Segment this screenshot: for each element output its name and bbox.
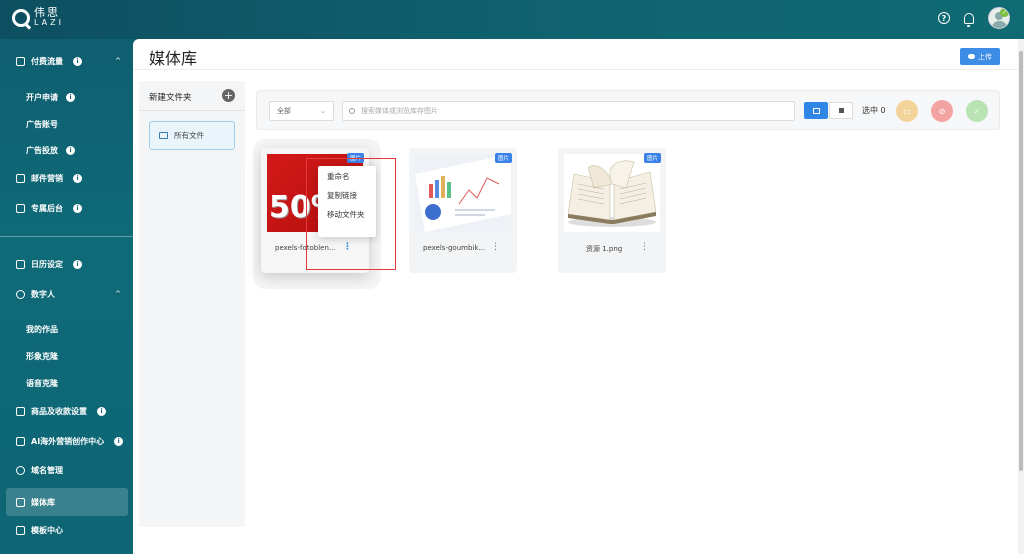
grid-icon (16, 525, 25, 535)
sidebar-item-voice-clone[interactable]: 语音克隆 (26, 375, 58, 391)
calendar-icon (16, 259, 25, 269)
sidebar-item-label: 商品及收款设置 (31, 406, 87, 416)
sidebar-item-label: 模板中心 (31, 525, 63, 535)
check-icon: ✓ (973, 106, 981, 116)
ai-icon (16, 436, 25, 446)
grid-view-button[interactable] (804, 102, 828, 119)
brand-name-en: LAZI (34, 18, 64, 27)
brand-name-cn: 伟思 (34, 6, 60, 19)
sidebar-item-open-account[interactable]: 开户申请 i (26, 89, 75, 105)
panel-divider (139, 110, 245, 111)
bell-icon[interactable] (964, 12, 974, 27)
file-name: 资源 1.png (586, 245, 623, 253)
search-icon (349, 108, 355, 114)
media-thumbnail (415, 154, 511, 232)
sidebar-item-templates[interactable]: 模板中心 (0, 520, 133, 540)
upload-button[interactable]: 上传 (960, 48, 1000, 65)
more-options-icon[interactable]: ⋮ (640, 243, 649, 252)
sidebar-item-media-library[interactable]: 媒体库 (6, 488, 128, 516)
folder-all-files[interactable]: 所有文件 (149, 121, 235, 150)
title-divider (133, 69, 1022, 70)
monitor-icon (16, 203, 25, 213)
sidebar-item-paid-traffic[interactable]: 付费流量 i ^ (0, 51, 133, 71)
sidebar-item-ad-delivery[interactable]: 广告投放 i (26, 142, 75, 158)
media-toolbar: 全部 ⌄ 搜索媒体或浏览库存图片 选中 0 ▭ ⊘ ✓ (256, 90, 1000, 130)
card-icon (16, 406, 25, 416)
sidebar-item-digital-human[interactable]: 数字人 ^ (0, 284, 133, 304)
sidebar-item-ad-accounts[interactable]: 广告账号 (26, 116, 58, 132)
sidebar-item-label: 域名管理 (31, 465, 63, 475)
sidebar-item-label: 数字人 (31, 289, 55, 299)
selected-count: 选中 0 (862, 106, 886, 115)
more-options-icon[interactable]: ⋮ (491, 243, 500, 252)
chart-icon (16, 56, 25, 66)
info-icon: i (97, 406, 106, 416)
grid-icon (812, 107, 820, 114)
move-to-folder-button[interactable]: ▭ (896, 100, 918, 122)
sidebar-divider (0, 236, 133, 237)
help-icon[interactable]: ? (938, 12, 950, 24)
info-icon: i (114, 436, 124, 446)
info-icon: i (66, 92, 75, 102)
folder-icon (159, 132, 168, 139)
confirm-button[interactable]: ✓ (966, 100, 988, 122)
sidebar-item-avatar-clone[interactable]: 形象克隆 (26, 348, 58, 364)
sidebar-item-my-works[interactable]: 我的作品 (26, 321, 58, 337)
sidebar-item-label: AI海外营销创作中心 (31, 436, 105, 446)
sidebar-item-label: 付费流量 (31, 56, 63, 66)
sidebar-item-domains[interactable]: 域名管理 (0, 460, 133, 480)
delete-button[interactable]: ⊘ (931, 100, 953, 122)
page-title: 媒体库 (149, 49, 198, 68)
globe-icon (16, 465, 25, 475)
sidebar-item-label: 媒体库 (31, 497, 55, 507)
chevron-up-icon: ^ (115, 290, 121, 298)
top-bar: 伟思 LAZI ? ✓ (0, 0, 1024, 39)
main-content: 媒体库 上传 新建文件夹 + 所有文件 全部 ⌄ 搜索媒体或浏览库存图片 选中 … (133, 39, 1022, 554)
trash-icon: ⊘ (938, 106, 946, 116)
highlight-annotation-box (306, 158, 396, 270)
brand-logo[interactable]: 伟思 LAZI (12, 6, 64, 28)
logo-icon (12, 9, 30, 27)
folder-icon: ▭ (903, 106, 911, 116)
avatar[interactable]: ✓ (988, 7, 1010, 29)
sidebar-item-ai-center[interactable]: AI海外营销创作中心 i (0, 431, 133, 451)
search-input[interactable]: 搜索媒体或浏览库存图片 (342, 101, 795, 121)
file-name: pexels-goumbik... (423, 244, 486, 252)
sidebar-item-label: 日历设定 (31, 259, 63, 269)
list-icon (838, 108, 844, 113)
sidebar: 付费流量 i ^ 开户申请 i 广告账号 广告投放 i 邮件营销 i 专属后台 … (0, 39, 133, 554)
info-icon: i (73, 173, 82, 183)
scrollbar-thumb[interactable] (1019, 51, 1023, 471)
sidebar-item-email-marketing[interactable]: 邮件营销 i (0, 168, 133, 188)
type-filter-select[interactable]: 全部 ⌄ (269, 101, 334, 121)
sidebar-item-exclusive-backend[interactable]: 专属后台 i (0, 198, 133, 218)
page-scrollbar[interactable] (1018, 39, 1024, 554)
image-icon (16, 497, 25, 507)
folder-panel: 新建文件夹 + 所有文件 (139, 81, 245, 527)
image-tag: 图片 (494, 153, 512, 163)
info-icon: i (73, 56, 82, 66)
vip-badge-icon: ✓ (1000, 8, 1009, 17)
media-thumbnail (564, 154, 660, 232)
info-icon: i (66, 145, 75, 155)
cloud-upload-icon (968, 54, 975, 59)
chevron-down-icon: ⌄ (320, 107, 326, 115)
chevron-up-icon: ^ (115, 57, 121, 65)
user-icon (16, 289, 25, 299)
media-card[interactable]: 图片 资源 1.png ⋮ (558, 148, 666, 273)
sidebar-item-products-payment[interactable]: 商品及收款设置 i (0, 401, 133, 421)
add-folder-button[interactable]: + (222, 89, 235, 102)
sidebar-item-label: 邮件营销 (31, 173, 63, 183)
sidebar-item-calendar[interactable]: 日历设定 i (0, 254, 133, 274)
info-icon: i (73, 203, 82, 213)
info-icon: i (73, 259, 82, 269)
image-tag: 图片 (643, 153, 661, 163)
sidebar-item-label: 专属后台 (31, 203, 63, 213)
media-card[interactable]: 图片 pexels-goumbik... ⋮ (409, 148, 517, 273)
mail-icon (16, 173, 25, 183)
new-folder-label: 新建文件夹 (149, 93, 192, 103)
list-view-button[interactable] (829, 102, 853, 119)
